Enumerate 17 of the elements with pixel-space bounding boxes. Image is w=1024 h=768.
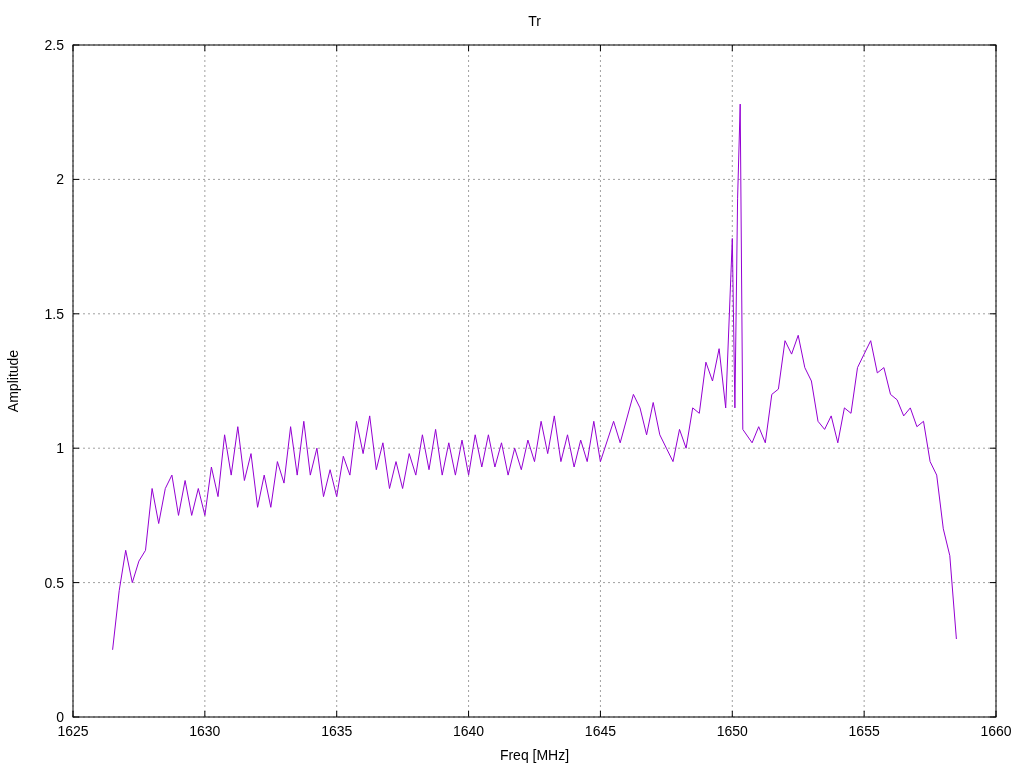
x-tick-label: 1660 <box>980 723 1012 739</box>
x-axis-label: Freq [MHz] <box>499 747 570 763</box>
y-tick-label: 0 <box>56 709 64 725</box>
y-tick-label: 1 <box>56 440 64 457</box>
x-tick-label: 1625 <box>57 723 89 739</box>
y-tick-label: 2 <box>56 171 64 188</box>
x-tick-label: 1655 <box>848 723 880 739</box>
chart-title: Tr <box>528 13 541 29</box>
y-tick-label: 2.5 <box>44 37 64 53</box>
x-tick-label: 1645 <box>584 723 616 739</box>
x-tick-label: 1635 <box>321 723 353 739</box>
y-axis-label: Amplitude <box>5 349 21 413</box>
x-tick-label: 1630 <box>189 723 221 739</box>
y-tick-label: 0.5 <box>44 574 64 591</box>
x-tick-label: 1640 <box>453 723 485 739</box>
x-tick-label: 1650 <box>716 723 748 739</box>
y-tick-label: 1.5 <box>44 305 64 322</box>
